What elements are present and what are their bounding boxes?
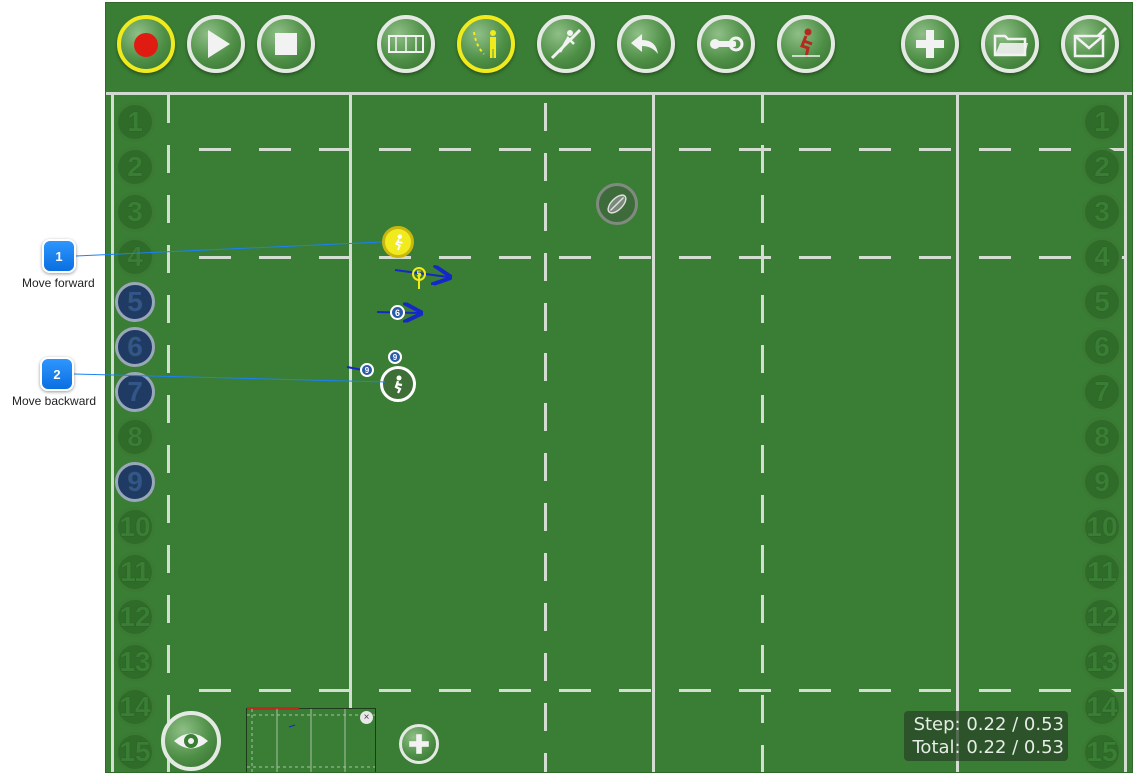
player-marker-blue-6[interactable]: 6 [390,305,405,320]
stop-button[interactable] [257,15,315,73]
step-readout: Step: 0.22 / 0.53 [913,714,1064,735]
new-button[interactable] [901,15,959,73]
movement-arrows [346,95,1133,372]
play-button[interactable] [187,15,245,73]
plus-icon [916,30,944,58]
folder-icon [993,34,1028,57]
view-toggle-button[interactable] [161,711,221,771]
envelope-icon [1073,26,1108,58]
player-ball-carrier-yellow[interactable] [382,226,414,258]
runner-icon [394,375,403,394]
minimap-pitch [247,709,375,772]
play-icon [208,30,230,58]
player-move-button[interactable] [457,15,515,73]
undo-button[interactable] [617,15,675,73]
callout-badge-2: 2 [40,357,74,391]
player-ball-carrier-white[interactable] [380,366,416,402]
stop-icon [275,33,297,55]
add-step-button[interactable] [399,724,439,764]
callout-label-1: Move forward [22,276,95,290]
eye-icon [174,733,208,749]
rugby-pitch[interactable]: 1 2 3 4 5 6 7 8 9 10 11 12 13 14 15 1 2 3 4 5 6 7 8 9 10 11 12 13 1… [106,95,1133,772]
callout-label-2: Move backward [12,394,97,408]
pitch-icon [388,35,424,53]
status-readout: Step: 0.22 / 0.53 Total: 0.22 / 0.53 [904,711,1068,761]
wrench-icon [710,36,744,52]
player-marker-blue-9b[interactable]: 9 [360,363,374,377]
undo-icon [631,34,658,54]
plus-icon [409,734,429,754]
callout-badge-1: 1 [42,239,76,273]
mail-button[interactable] [1061,15,1119,73]
minimap-close-button[interactable]: × [360,711,373,724]
player-marker-blue-9a[interactable]: 9 [388,350,402,364]
rugby-tactics-app: 1 2 3 4 5 6 7 8 9 10 11 12 13 14 15 1 2 3 4 5 6 7 8 9 10 11 12 13 1… [105,2,1133,773]
minimap-thumbnail[interactable]: × [246,707,376,772]
screenshot-stage: 1 2 3 4 5 6 7 8 9 10 11 12 13 14 15 1 2 3 4 5 6 7 8 9 10 11 12 13 1… [0,0,1137,779]
runner-icon [394,234,403,251]
total-readout: Total: 0.22 / 0.53 [912,737,1065,758]
no-pass-button[interactable] [537,15,595,73]
settings-button[interactable] [697,15,755,73]
player-path-icon [473,30,496,58]
record-icon [134,33,158,57]
record-button[interactable] [117,15,175,73]
player-marker-yellow[interactable]: 5 [412,267,426,281]
toolbar [106,3,1132,95]
no-pass-icon [550,28,582,60]
field-view-button[interactable] [377,15,435,73]
open-button[interactable] [981,15,1039,73]
runner-icon [792,28,820,58]
drill-button[interactable] [777,15,835,73]
